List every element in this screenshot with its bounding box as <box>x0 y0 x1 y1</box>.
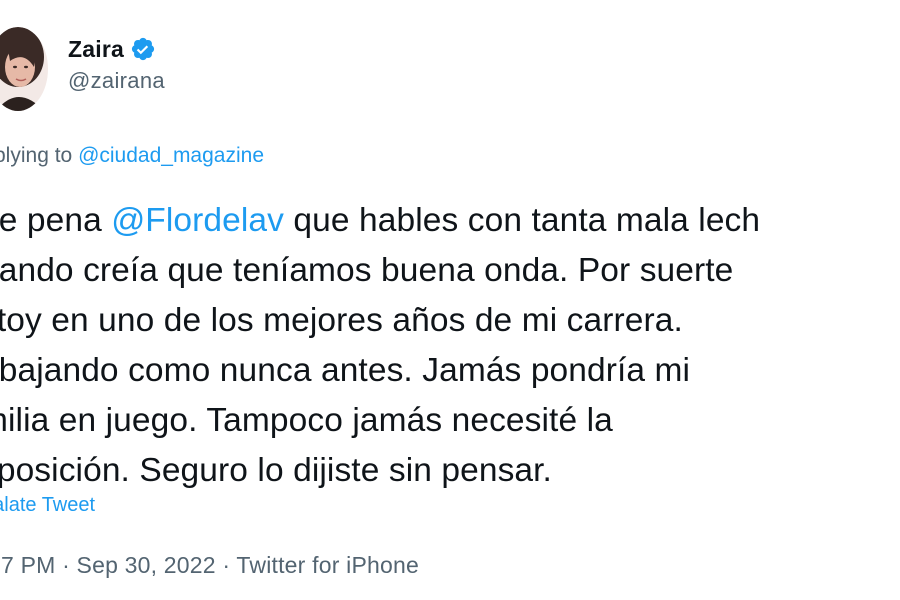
translate-tweet-link[interactable]: nalate Tweet <box>0 494 95 517</box>
profile-photo-icon <box>0 27 48 111</box>
tweet-line: milia en juego. Tampoco jamás necesité l… <box>0 402 613 439</box>
tweet-line: abajando como nunca antes. Jamás pondría… <box>0 352 691 389</box>
tweet-detail: Zaira @zairana plying to @ciudad_magazin… <box>0 0 900 600</box>
display-name-row: Zaira <box>68 33 165 65</box>
author-avatar[interactable] <box>0 27 48 111</box>
tweet-text-segment: ue pena <box>0 202 102 239</box>
tweet-text-segment: que hables con tanta mala lech <box>284 202 761 239</box>
display-name[interactable]: Zaira <box>68 36 124 63</box>
tweet-line: xposición. Seguro lo dijiste sin pensar. <box>0 452 552 489</box>
tweet-line: stoy en uno de los mejores años de mi ca… <box>0 302 683 339</box>
tweet-time-link[interactable]: 57 PM <box>0 552 55 578</box>
meta-separator: · <box>55 552 77 578</box>
meta-separator: · <box>215 552 237 578</box>
author-handle[interactable]: @zairana <box>68 68 165 94</box>
verified-badge-icon <box>130 36 156 62</box>
tweet-meta: 57 PM · Sep 30, 2022 · Twitter for iPhon… <box>0 552 419 579</box>
replying-to: plying to @ciudad_magazine <box>0 144 264 168</box>
tweet-line: ue pena @Flordelav que hables con tanta … <box>0 196 900 246</box>
replying-to-prefix: plying to <box>0 144 79 167</box>
author-name-block[interactable]: Zaira @zairana <box>68 33 165 94</box>
tweet-date-link[interactable]: Sep 30, 2022 <box>77 552 216 578</box>
mention-link[interactable]: @Flordelav <box>111 202 284 239</box>
tweet-source-link[interactable]: Twitter for iPhone <box>236 552 419 578</box>
tweet-text: ue pena @Flordelav que hables con tanta … <box>0 196 900 496</box>
tweet-line: uando creía que teníamos buena onda. Por… <box>0 252 734 289</box>
replying-to-mention-link[interactable]: @ciudad_magazine <box>78 144 264 167</box>
